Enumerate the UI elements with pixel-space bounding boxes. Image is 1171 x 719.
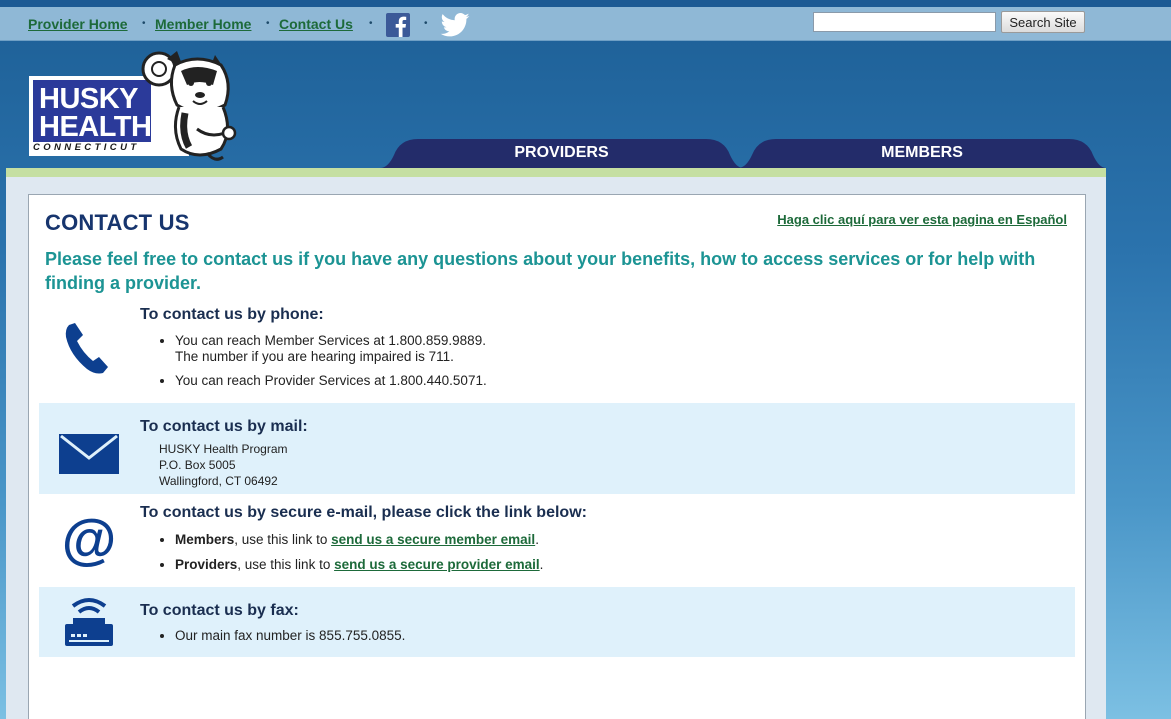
phone-icon <box>65 323 108 374</box>
logo-text-health: HEALTH <box>39 111 152 143</box>
provider-home-link[interactable]: Provider Home <box>28 16 128 32</box>
contact-us-link[interactable]: Contact Us <box>279 16 353 32</box>
search-site-button[interactable]: Search Site <box>1001 11 1085 33</box>
nav-separator: • <box>266 18 270 29</box>
nav-separator: • <box>142 18 146 29</box>
husky-health-logo[interactable]: HUSKY HEALTH CONNECTICUT <box>29 49 239 167</box>
member-home-link[interactable]: Member Home <box>155 16 251 32</box>
top-accent-bar <box>0 0 1171 7</box>
list-item: You can reach Member Services at 1.800.8… <box>175 333 487 365</box>
mailing-address: HUSKY Health Program P.O. Box 5005 Walli… <box>159 441 288 489</box>
fax-list: Our main fax number is 855.755.0855. <box>175 628 405 652</box>
providers-label: Providers <box>175 557 238 572</box>
email-list: Members, use this link to send us a secu… <box>175 531 543 581</box>
list-item: Members, use this link to send us a secu… <box>175 531 543 548</box>
phone-section: To contact us by phone: You can reach Me… <box>39 299 1075 403</box>
facebook-icon[interactable] <box>386 13 410 37</box>
fax-number: Our main fax number is 855.755.0855. <box>175 628 406 643</box>
nav-divider-band <box>6 168 1106 177</box>
fax-icon <box>65 598 113 646</box>
tab-members[interactable]: MEMBERS <box>738 137 1106 168</box>
list-item: You can reach Provider Services at 1.800… <box>175 373 487 389</box>
list-item: Providers, use this link to send us a se… <box>175 556 543 573</box>
mail-section: To contact us by mail: HUSKY Health Prog… <box>39 403 1075 494</box>
secure-member-email-link[interactable]: send us a secure member email <box>331 532 535 547</box>
phone-heading: To contact us by phone: <box>140 306 324 323</box>
address-line: P.O. Box 5005 <box>159 458 236 472</box>
main-content: CONTACT US Haga clic aquí para ver esta … <box>28 194 1086 719</box>
intro-text: Please feel free to contact us if you ha… <box>45 249 1036 293</box>
logo-text-husky: HUSKY <box>39 83 139 115</box>
twitter-icon[interactable] <box>440 13 470 37</box>
hearing-impaired-phone: The number if you are hearing impaired i… <box>175 349 454 364</box>
nav-separator: • <box>424 18 428 29</box>
nav-separator: • <box>369 18 373 29</box>
spanish-version-link[interactable]: Haga clic aquí para ver esta pagina en E… <box>777 212 1067 227</box>
tab-providers-label: PROVIDERS <box>514 144 609 161</box>
fax-heading: To contact us by fax: <box>140 602 299 619</box>
secure-provider-email-link[interactable]: send us a secure provider email <box>334 557 540 572</box>
envelope-icon <box>59 434 119 474</box>
at-sign-icon: @ <box>62 512 117 568</box>
husky-mascot-icon <box>141 51 237 161</box>
members-label: Members <box>175 532 235 547</box>
address-line: Wallingford, CT 06492 <box>159 474 278 488</box>
provider-services-phone: You can reach Provider Services at 1.800… <box>175 373 487 388</box>
mail-heading: To contact us by mail: <box>140 418 308 435</box>
email-section: @ To contact us by secure e-mail, please… <box>39 494 1075 587</box>
tab-providers[interactable]: PROVIDERS <box>380 137 743 168</box>
fax-section: To contact us by fax: Our main fax numbe… <box>39 587 1075 657</box>
search-input[interactable] <box>813 12 996 32</box>
page-title: CONTACT US <box>45 210 190 235</box>
phone-list: You can reach Member Services at 1.800.8… <box>175 333 487 397</box>
svg-text:@: @ <box>62 512 117 568</box>
top-navigation: Provider Home • Member Home • Contact Us… <box>0 7 1171 41</box>
member-services-phone: You can reach Member Services at 1.800.8… <box>175 333 486 348</box>
list-item: Our main fax number is 855.755.0855. <box>175 628 405 644</box>
email-heading: To contact us by secure e-mail, please c… <box>140 504 587 521</box>
tab-members-label: MEMBERS <box>881 144 963 161</box>
address-line: HUSKY Health Program <box>159 442 288 456</box>
